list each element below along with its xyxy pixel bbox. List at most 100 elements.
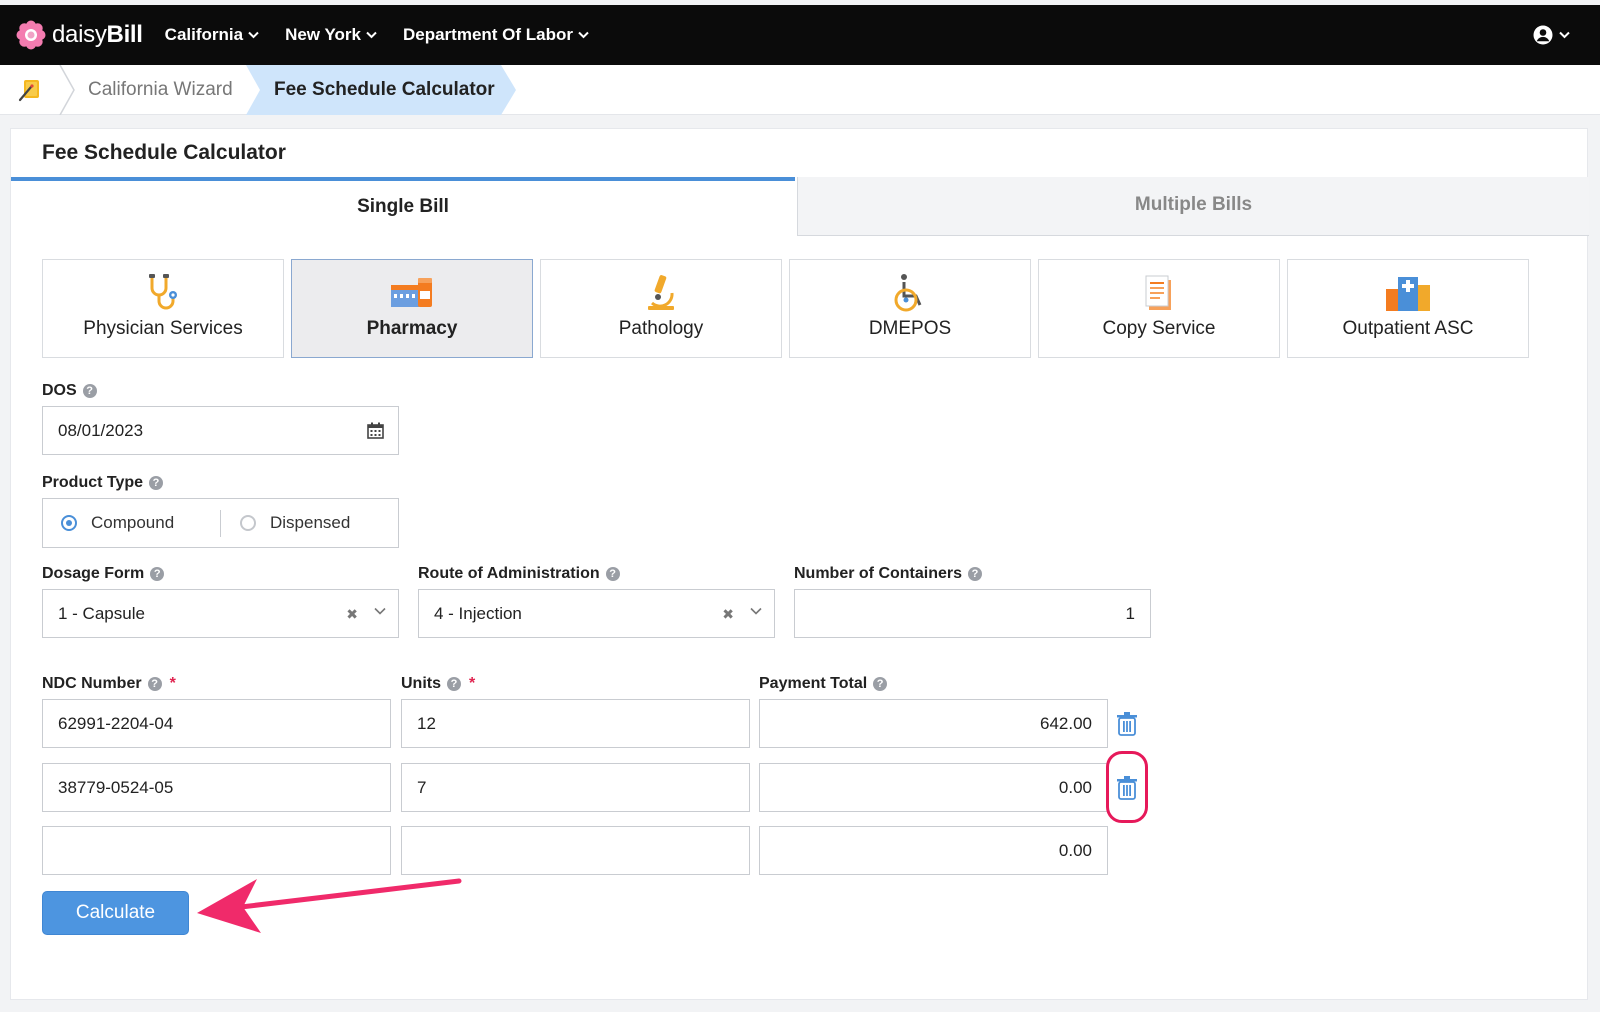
breadcrumb-fee-schedule-calculator: Fee Schedule Calculator <box>274 79 495 100</box>
help-icon[interactable]: ? <box>82 384 97 398</box>
help-icon[interactable]: ? <box>150 567 165 581</box>
dos-field[interactable] <box>42 406 399 455</box>
microscope-icon <box>648 275 674 310</box>
payment-total-value: 642.00 <box>1040 713 1092 733</box>
calculate-button[interactable]: Calculate <box>42 891 189 935</box>
calendar-icon[interactable] <box>367 422 384 439</box>
hospital-icon <box>1386 277 1430 311</box>
tab-multiple-bills[interactable]: Multiple Bills <box>797 177 1589 236</box>
trash-icon[interactable] <box>1115 711 1139 737</box>
wheelchair-icon <box>894 274 922 312</box>
units-input[interactable] <box>417 713 734 734</box>
help-icon[interactable]: ? <box>447 677 461 691</box>
nav-new-york-label: New York <box>285 25 361 44</box>
help-icon[interactable]: ? <box>873 677 888 691</box>
help-icon[interactable]: ? <box>147 677 162 691</box>
category-dmepos[interactable]: DMEPOS <box>789 259 1031 358</box>
brand-name: daisyBill <box>52 21 143 48</box>
ndc-input[interactable] <box>58 840 375 861</box>
breadcrumb-home[interactable] <box>0 65 60 115</box>
product-type-label: Product Type? <box>42 474 164 492</box>
payment-total-label: Payment Total? <box>759 675 888 693</box>
units-input[interactable] <box>417 840 734 861</box>
category-label: DMEPOS <box>868 318 952 339</box>
breadcrumb-california-wizard[interactable]: California Wizard <box>88 65 233 115</box>
required-mark: * <box>469 675 476 692</box>
chevron-down-icon <box>578 31 589 39</box>
chevron-down-icon <box>1559 31 1570 39</box>
route-select[interactable]: 4 - Injection ✖ <box>418 589 775 638</box>
payment-total-field: 642.00 <box>759 699 1108 748</box>
breadcrumb-separator <box>59 65 75 115</box>
category-pathology[interactable]: Pathology <box>540 259 782 358</box>
chevron-down-icon[interactable] <box>750 607 762 615</box>
containers-input[interactable] <box>810 603 1135 624</box>
nav-dol-label: Department Of Labor <box>402 25 574 44</box>
radio-dispensed[interactable]: Dispensed <box>240 499 350 547</box>
brand-logo[interactable]: daisyBill <box>16 20 143 50</box>
document-icon <box>1145 275 1171 310</box>
nav-department-of-labor[interactable]: Department Of Labor <box>403 25 589 45</box>
radio-divider <box>220 510 221 537</box>
radio-indicator <box>240 515 256 531</box>
radio-compound[interactable]: Compound <box>61 499 174 547</box>
containers-label: Number of Containers? <box>794 565 983 583</box>
dosage-form-select[interactable]: 1 - Capsule ✖ <box>42 589 399 638</box>
page-title: Fee Schedule Calculator <box>42 141 286 164</box>
units-field[interactable] <box>401 699 750 748</box>
chevron-down-icon <box>248 31 259 39</box>
ndc-field[interactable] <box>42 826 391 875</box>
help-icon[interactable]: ? <box>605 567 620 581</box>
chevron-down-icon[interactable] <box>374 607 386 615</box>
units-label: Units? * <box>401 675 476 692</box>
clear-icon[interactable]: ✖ <box>346 606 358 623</box>
wand-icon <box>18 80 39 102</box>
required-mark: * <box>169 675 176 692</box>
dosage-form-value: 1 - Capsule <box>58 603 145 623</box>
product-type-radio-group: Compound Dispensed <box>42 498 399 548</box>
tab-single-bill[interactable]: Single Bill <box>11 177 795 236</box>
nav-new-york[interactable]: New York <box>285 25 377 45</box>
dosage-form-label: Dosage Form? <box>42 565 165 583</box>
nav-california-label: California <box>164 25 244 44</box>
pharmacy-icon <box>391 278 432 307</box>
dos-input[interactable] <box>58 420 383 441</box>
user-menu[interactable] <box>1533 25 1570 45</box>
calculator-card: Fee Schedule Calculator Single Bill Mult… <box>10 128 1589 1000</box>
ndc-field[interactable] <box>42 763 391 812</box>
payment-total-value: 0.00 <box>1058 840 1092 860</box>
payment-total-field: 0.00 <box>759 826 1108 875</box>
category-copy-service[interactable]: Copy Service <box>1038 259 1280 358</box>
category-label: Pathology <box>618 318 704 339</box>
radio-label: Compound <box>91 513 175 532</box>
help-icon[interactable]: ? <box>149 476 164 490</box>
help-icon[interactable]: ? <box>968 567 983 581</box>
category-outpatient-asc[interactable]: Outpatient ASC <box>1287 259 1529 358</box>
stethoscope-icon <box>149 274 177 310</box>
ndc-input[interactable] <box>58 713 375 734</box>
radio-indicator-checked <box>61 515 77 531</box>
category-label: Physician Services <box>83 318 243 339</box>
clear-icon[interactable]: ✖ <box>722 606 734 623</box>
containers-field[interactable] <box>794 589 1151 638</box>
ndc-number-label: NDC Number? * <box>42 675 176 692</box>
radio-label: Dispensed <box>270 513 351 532</box>
route-value: 4 - Injection <box>434 603 522 623</box>
ndc-input[interactable] <box>58 777 375 798</box>
daisy-logo-icon <box>16 20 46 50</box>
nav-california[interactable]: California <box>165 25 259 45</box>
ndc-field[interactable] <box>42 699 391 748</box>
units-input[interactable] <box>417 777 734 798</box>
breadcrumb: California Wizard Fee Schedule Calculato… <box>0 65 1600 115</box>
annotation-highlight <box>1106 751 1148 823</box>
dos-label: DOS? <box>42 382 97 400</box>
top-navbar: daisyBill California New York Department… <box>0 5 1600 65</box>
bill-tabs: Single Bill Multiple Bills <box>11 177 1589 237</box>
units-field[interactable] <box>401 826 750 875</box>
category-label: Outpatient ASC <box>1342 318 1474 339</box>
category-pharmacy[interactable]: Pharmacy <box>291 259 533 358</box>
payment-total-field: 0.00 <box>759 763 1108 812</box>
category-physician-services[interactable]: Physician Services <box>42 259 284 358</box>
units-field[interactable] <box>401 763 750 812</box>
user-icon <box>1533 25 1553 45</box>
